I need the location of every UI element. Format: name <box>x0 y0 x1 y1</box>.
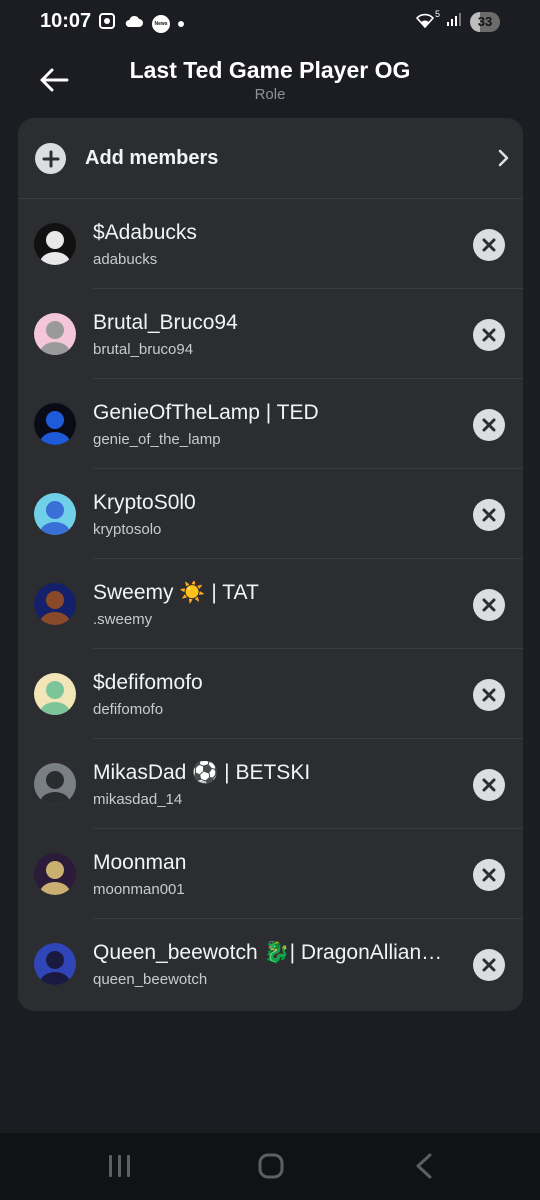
close-icon <box>482 328 496 342</box>
member-row[interactable]: KryptoS0l0 kryptosolo <box>18 469 523 559</box>
remove-member-button[interactable] <box>473 319 505 351</box>
battery-indicator: 33 <box>470 11 500 32</box>
member-name: Queen_beewotch 🐉| DragonAllian… <box>93 941 443 964</box>
status-time: 10:07 <box>40 10 92 32</box>
add-members-button[interactable]: Add members <box>18 118 523 199</box>
member-username: kryptosolo <box>93 521 162 538</box>
navigation-bar <box>0 1133 540 1200</box>
close-icon <box>482 688 496 702</box>
member-username: mikasdad_14 <box>93 791 183 808</box>
member-row[interactable]: $defifomofo defifomofo <box>18 649 523 739</box>
cloud-icon <box>124 14 144 33</box>
member-row[interactable]: GenieOfTheLamp | TED genie_of_the_lamp <box>18 379 523 469</box>
screenshot-icon <box>98 12 116 35</box>
member-username: defifomofo <box>93 701 164 718</box>
member-username: .sweemy <box>93 611 153 628</box>
member-name: MikasDad ⚽ | BETSKI <box>93 761 311 784</box>
member-name: KryptoS0l0 <box>93 491 196 514</box>
member-username: genie_of_the_lamp <box>93 431 221 448</box>
close-icon <box>482 868 496 882</box>
close-icon <box>482 958 496 972</box>
remove-member-button[interactable] <box>473 949 505 981</box>
signal-icon <box>446 11 462 32</box>
header: Last Ted Game Player OG Role <box>0 44 540 116</box>
news-icon: News <box>152 14 170 33</box>
avatar <box>34 763 76 805</box>
home-button[interactable] <box>257 1152 285 1185</box>
wifi-label: 5 <box>434 8 440 19</box>
member-name: Sweemy ☀️ | TAT <box>93 581 259 604</box>
member-name: Brutal_Bruco94 <box>93 311 238 334</box>
close-icon <box>482 238 496 252</box>
avatar <box>34 943 76 985</box>
status-bar: 10:07 News 5 33 <box>0 0 540 44</box>
more-notifications-dot <box>178 20 184 27</box>
add-members-label: Add members <box>85 147 219 169</box>
remove-member-button[interactable] <box>473 499 505 531</box>
member-name: $Adabucks <box>93 221 197 244</box>
page-title: Last Ted Game Player OG <box>129 57 411 83</box>
recents-button[interactable] <box>106 1153 134 1184</box>
member-row[interactable]: Brutal_Bruco94 brutal_bruco94 <box>18 289 523 379</box>
member-rows: $Adabucks adabucks Brutal_Bruco94 brutal… <box>18 199 523 1009</box>
avatar <box>34 313 76 355</box>
close-icon <box>482 418 496 432</box>
member-username: brutal_bruco94 <box>93 341 194 358</box>
member-username: queen_beewotch <box>93 971 208 988</box>
close-icon <box>482 598 496 612</box>
avatar <box>34 853 76 895</box>
chevron-right-icon <box>498 149 509 167</box>
members-list: Add members $Adabucks adabucks Brutal_Br… <box>18 118 523 1011</box>
avatar <box>34 223 76 265</box>
avatar <box>34 583 76 625</box>
member-row[interactable]: Sweemy ☀️ | TAT .sweemy <box>18 559 523 649</box>
avatar <box>34 673 76 715</box>
member-name: Moonman <box>93 851 187 874</box>
member-username: moonman001 <box>93 881 185 898</box>
page-subtitle: Role <box>254 86 286 103</box>
remove-member-button[interactable] <box>473 679 505 711</box>
member-row[interactable]: Queen_beewotch 🐉| DragonAllian… queen_be… <box>18 919 523 1009</box>
member-row[interactable]: Moonman moonman001 <box>18 829 523 919</box>
chevron-left-icon <box>416 1153 432 1179</box>
plus-icon <box>35 143 66 174</box>
wifi-icon: 5 <box>415 9 440 31</box>
system-back-button[interactable] <box>413 1153 435 1184</box>
home-icon <box>258 1153 284 1179</box>
remove-member-button[interactable] <box>473 589 505 621</box>
remove-member-button[interactable] <box>473 859 505 891</box>
remove-member-button[interactable] <box>473 229 505 261</box>
member-name: $defifomofo <box>93 671 203 694</box>
close-icon <box>482 778 496 792</box>
close-icon <box>482 508 496 522</box>
member-name: GenieOfTheLamp | TED <box>93 401 319 424</box>
remove-member-button[interactable] <box>473 409 505 441</box>
remove-member-button[interactable] <box>473 769 505 801</box>
avatar <box>34 493 76 535</box>
member-row[interactable]: $Adabucks adabucks <box>18 199 523 289</box>
avatar <box>34 403 76 445</box>
member-row[interactable]: MikasDad ⚽ | BETSKI mikasdad_14 <box>18 739 523 829</box>
system-icons: 5 33 <box>415 9 500 32</box>
notification-icons: News <box>98 12 184 35</box>
recents-icon <box>109 1155 130 1177</box>
member-username: adabucks <box>93 251 158 268</box>
